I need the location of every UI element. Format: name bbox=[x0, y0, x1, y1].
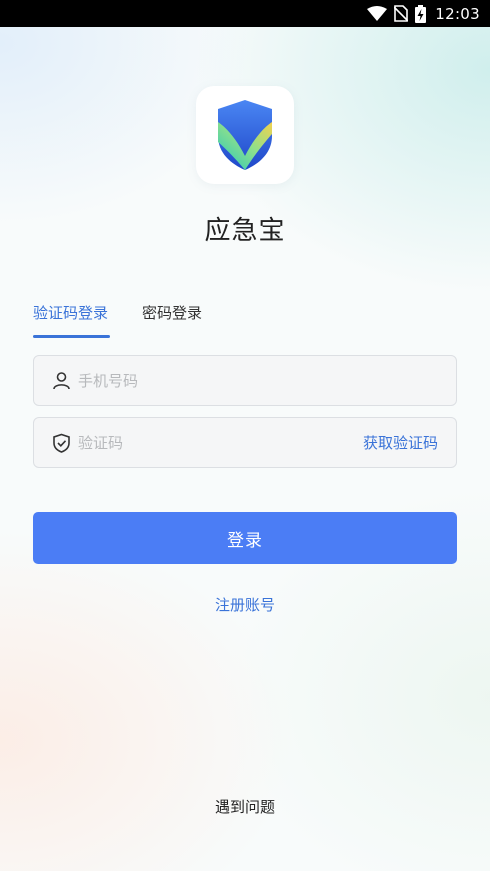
login-button[interactable]: 登录 bbox=[33, 512, 457, 564]
code-input[interactable] bbox=[78, 433, 363, 452]
wifi-icon bbox=[367, 6, 388, 21]
shield-check-logo bbox=[218, 100, 272, 170]
help-link[interactable]: 遇到问题 bbox=[0, 796, 490, 817]
battery-charging-icon bbox=[415, 4, 427, 23]
no-sim-icon bbox=[394, 5, 409, 22]
phone-input[interactable] bbox=[78, 371, 438, 390]
code-field[interactable]: 获取验证码 bbox=[33, 417, 457, 468]
get-code-button[interactable]: 获取验证码 bbox=[363, 432, 438, 453]
app-logo bbox=[196, 86, 294, 184]
register-link[interactable]: 注册账号 bbox=[0, 594, 490, 615]
user-icon bbox=[52, 371, 71, 390]
status-bar: 12:03 bbox=[0, 0, 490, 27]
active-tab-indicator bbox=[33, 335, 110, 338]
tab-sms-code-login[interactable]: 验证码登录 bbox=[33, 302, 108, 323]
app-name: 应急宝 bbox=[204, 216, 286, 246]
phone-field[interactable] bbox=[33, 355, 457, 406]
tab-password-login[interactable]: 密码登录 bbox=[142, 302, 202, 323]
shield-check-icon bbox=[52, 433, 71, 453]
status-time: 12:03 bbox=[435, 4, 480, 23]
